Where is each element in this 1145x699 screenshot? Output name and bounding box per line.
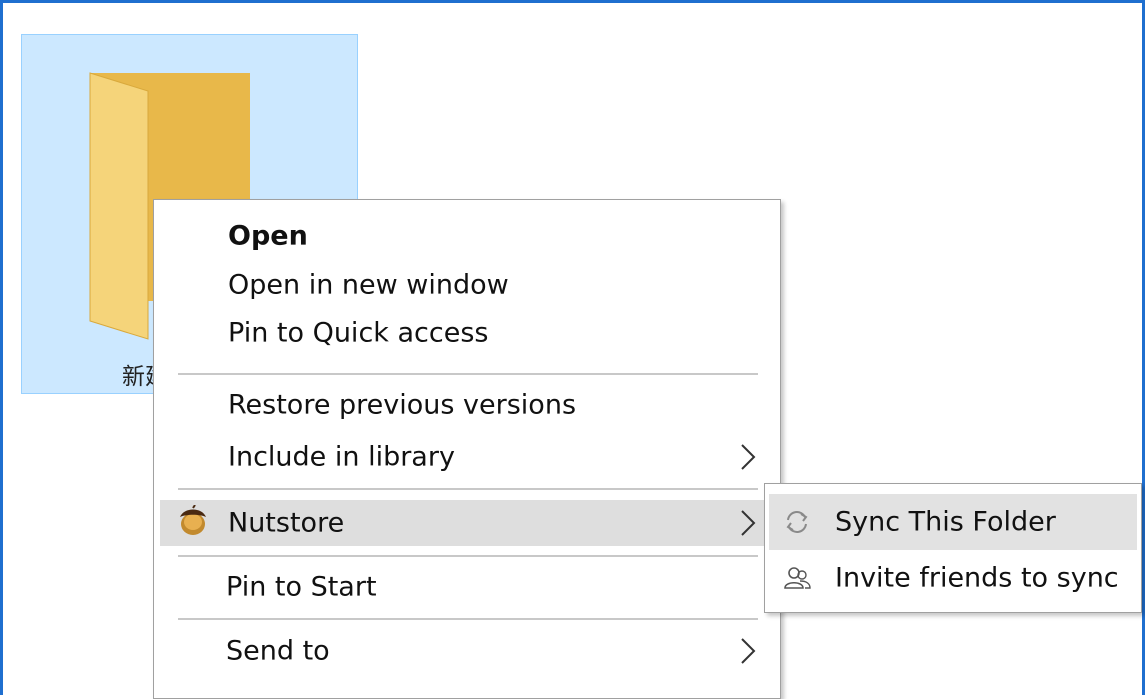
menu-item-pin-start-label: Pin to Start (226, 571, 377, 603)
menu-item-open-label: Open (228, 220, 308, 252)
sync-icon (786, 511, 808, 533)
chevron-right-icon (741, 444, 756, 470)
menu-separator (178, 488, 758, 490)
menu-item-pin-to-start[interactable]: Pin to Start (160, 567, 774, 607)
menu-item-open-new-window-label: Open in new window (228, 269, 509, 301)
menu-item-nutstore[interactable]: Nutstore (160, 500, 774, 546)
submenu-sync-label: Sync This Folder (835, 506, 1056, 538)
invite-friends-icon (784, 567, 811, 589)
submenu-item-invite-friends[interactable]: Invite friends to sync (769, 550, 1137, 606)
menu-item-pin-quick-access[interactable]: Pin to Quick access (160, 313, 774, 353)
chevron-right-icon (741, 510, 756, 536)
chevron-right-icon (741, 638, 756, 664)
menu-separator (178, 618, 758, 620)
menu-separator (178, 555, 758, 557)
menu-item-open-new-window[interactable]: Open in new window (160, 265, 774, 305)
menu-item-open[interactable]: Open (160, 216, 774, 256)
menu-separator (178, 373, 758, 375)
menu-item-include-in-library[interactable]: Include in library (160, 437, 774, 477)
menu-item-nutstore-label: Nutstore (228, 507, 345, 539)
acorn-icon (180, 505, 206, 535)
menu-item-pin-quick-access-label: Pin to Quick access (228, 317, 489, 349)
menu-item-send-to-label: Send to (226, 635, 330, 667)
submenu-invite-label: Invite friends to sync (835, 562, 1119, 594)
submenu-item-sync-this-folder[interactable]: Sync This Folder (769, 494, 1137, 550)
menu-item-send-to[interactable]: Send to (160, 631, 774, 671)
menu-item-include-label: Include in library (228, 441, 455, 473)
menu-item-restore-label: Restore previous versions (228, 389, 577, 421)
nutstore-submenu: Sync This Folder Invite friends to sync (764, 483, 1142, 613)
context-menu: Open Open in new window Pin to Quick acc… (153, 199, 781, 699)
menu-item-restore-previous-versions[interactable]: Restore previous versions (160, 385, 774, 425)
